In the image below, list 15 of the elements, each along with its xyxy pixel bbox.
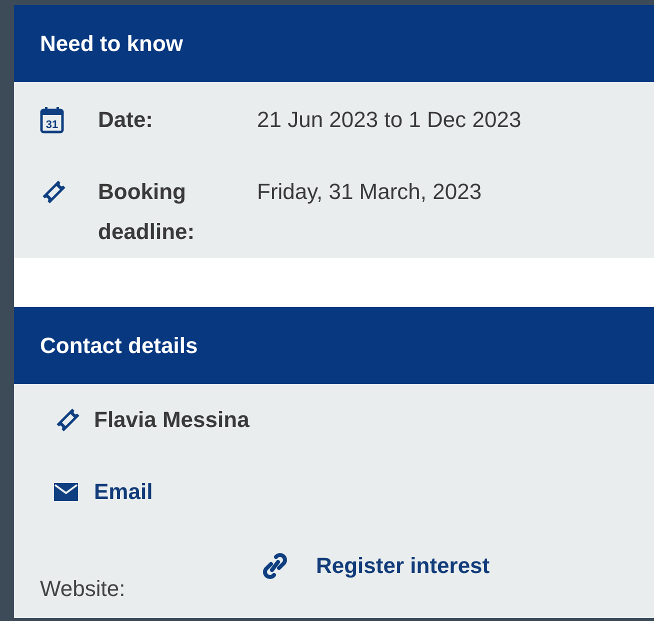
calendar-icon: 31 — [40, 106, 64, 134]
ticket-icon — [40, 178, 68, 206]
section-title: Need to know — [40, 30, 184, 56]
field-label: Booking deadline: — [98, 178, 196, 246]
section-title: Contact details — [40, 332, 198, 358]
envelope-icon — [54, 483, 78, 501]
field-value: 21 Jun 2023 to 1 Dec 2023 — [257, 106, 522, 134]
field-label: Date: — [98, 106, 154, 134]
link-icon — [262, 551, 288, 581]
contact-name: Flavia Messina — [94, 407, 250, 433]
ticket-icon — [54, 406, 82, 434]
field-label: Website: — [40, 575, 126, 602]
email-link[interactable]: Email — [94, 479, 153, 505]
field-value: Friday, 31 March, 2023 — [257, 178, 482, 206]
register-interest-link[interactable]: Register interest — [316, 553, 490, 579]
